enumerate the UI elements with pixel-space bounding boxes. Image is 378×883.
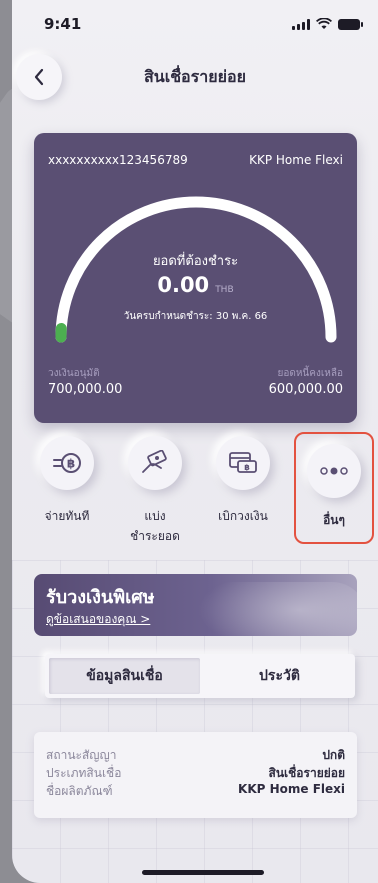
info-row: สถานะสัญญา ปกติ xyxy=(46,746,345,764)
tab-loan-info[interactable]: ข้อมูลสินเชื่อ xyxy=(49,658,200,694)
signal-icon xyxy=(292,18,310,30)
due-amount-value: 0.00 xyxy=(157,273,210,297)
back-button[interactable] xyxy=(16,54,62,100)
info-value: ปกติ xyxy=(322,748,345,762)
car-illustration xyxy=(197,582,357,636)
battery-icon xyxy=(338,18,363,30)
info-row: ประเภทสินเชื่อ สินเชื่อรายย่อย xyxy=(46,764,345,782)
promo-title: รับวงเงินพิเศษ xyxy=(46,587,155,608)
status-bar: 9:41 xyxy=(12,0,378,48)
withdraw-button[interactable]: ฿ xyxy=(216,436,270,490)
more-dots-icon xyxy=(320,467,348,475)
pay-now-label: จ่ายทันที xyxy=(44,509,90,523)
status-time: 9:41 xyxy=(44,15,82,33)
info-value: สินเชื่อรายย่อย xyxy=(268,766,345,780)
due-date: วันครบกำหนดชำระ: 30 พ.ค. 66 xyxy=(123,311,268,322)
pay-now-button[interactable]: ฿ xyxy=(40,436,94,490)
pay-now-action[interactable]: ฿ จ่ายทันที xyxy=(22,436,112,526)
loan-info-panel: สถานะสัญญา ปกติ ประเภทสินเชื่อ สินเชื่อร… xyxy=(34,732,357,818)
currency-label: THB xyxy=(215,285,234,295)
installment-button[interactable] xyxy=(128,436,182,490)
nav-bar: สินเชื่อรายย่อย xyxy=(12,52,378,102)
status-icons xyxy=(292,18,363,30)
more-action[interactable]: อื่นๆ xyxy=(294,432,374,544)
account-number: xxxxxxxxxx123456789 xyxy=(48,153,188,167)
approved-limit-label: วงเงินอนุมัติ xyxy=(48,368,100,379)
promo-link[interactable]: ดูข้อเสนอของคุณ > xyxy=(46,610,150,629)
wifi-icon xyxy=(316,18,332,29)
home-indicator[interactable] xyxy=(142,870,264,875)
withdraw-card-icon: ฿ xyxy=(229,452,257,473)
remaining-balance-label: ยอดหนี้คงเหลือ xyxy=(277,368,343,379)
page-title: สินเชื่อรายย่อย xyxy=(144,66,246,86)
remaining-balance-value: 600,000.00 xyxy=(268,382,343,397)
detail-tabs: ข้อมูลสินเชื่อ ประวัติ xyxy=(45,654,355,698)
due-amount: 0.00 THB xyxy=(34,273,357,297)
product-name: KKP Home Flexi xyxy=(249,153,343,167)
phone-screen: 9:41 สินเชื่อรายย่อย xxxxxxxxxx123456789… xyxy=(12,0,378,883)
due-amount-label: ยอดที่ต้องชำระ xyxy=(152,254,239,269)
withdraw-action[interactable]: ฿ เบิกวงเงิน xyxy=(198,436,288,526)
info-value: KKP Home Flexi xyxy=(238,782,345,796)
tab-history[interactable]: ประวัติ xyxy=(204,654,355,698)
special-offer-banner[interactable]: รับวงเงินพิเศษ ดูข้อเสนอของคุณ > xyxy=(34,574,357,636)
info-key: สถานะสัญญา xyxy=(46,748,117,762)
info-row: ชื่อผลิตภัณฑ์ KKP Home Flexi xyxy=(46,782,345,800)
installment-label: แบ่ง ชำระยอด xyxy=(130,509,180,543)
more-button[interactable] xyxy=(307,444,361,498)
baht-transfer-icon: ฿ xyxy=(53,453,81,473)
more-label: อื่นๆ xyxy=(323,513,345,527)
quick-actions: ฿ จ่ายทันที แบ่ง ชำระยอด ฿ เบิกวงเงิน อื… xyxy=(22,432,378,566)
hand-cash-icon xyxy=(142,450,167,473)
installment-action[interactable]: แบ่ง ชำระยอด xyxy=(110,436,200,546)
chevron-left-icon xyxy=(34,68,44,86)
svg-text:฿: ฿ xyxy=(67,457,75,471)
info-key: ประเภทสินเชื่อ xyxy=(46,766,122,780)
svg-text:฿: ฿ xyxy=(244,463,250,472)
info-key: ชื่อผลิตภัณฑ์ xyxy=(46,784,113,798)
approved-limit-value: 700,000.00 xyxy=(48,382,123,397)
withdraw-label: เบิกวงเงิน xyxy=(218,509,268,523)
loan-summary-card: xxxxxxxxxx123456789 KKP Home Flexi ยอดที… xyxy=(34,133,357,423)
